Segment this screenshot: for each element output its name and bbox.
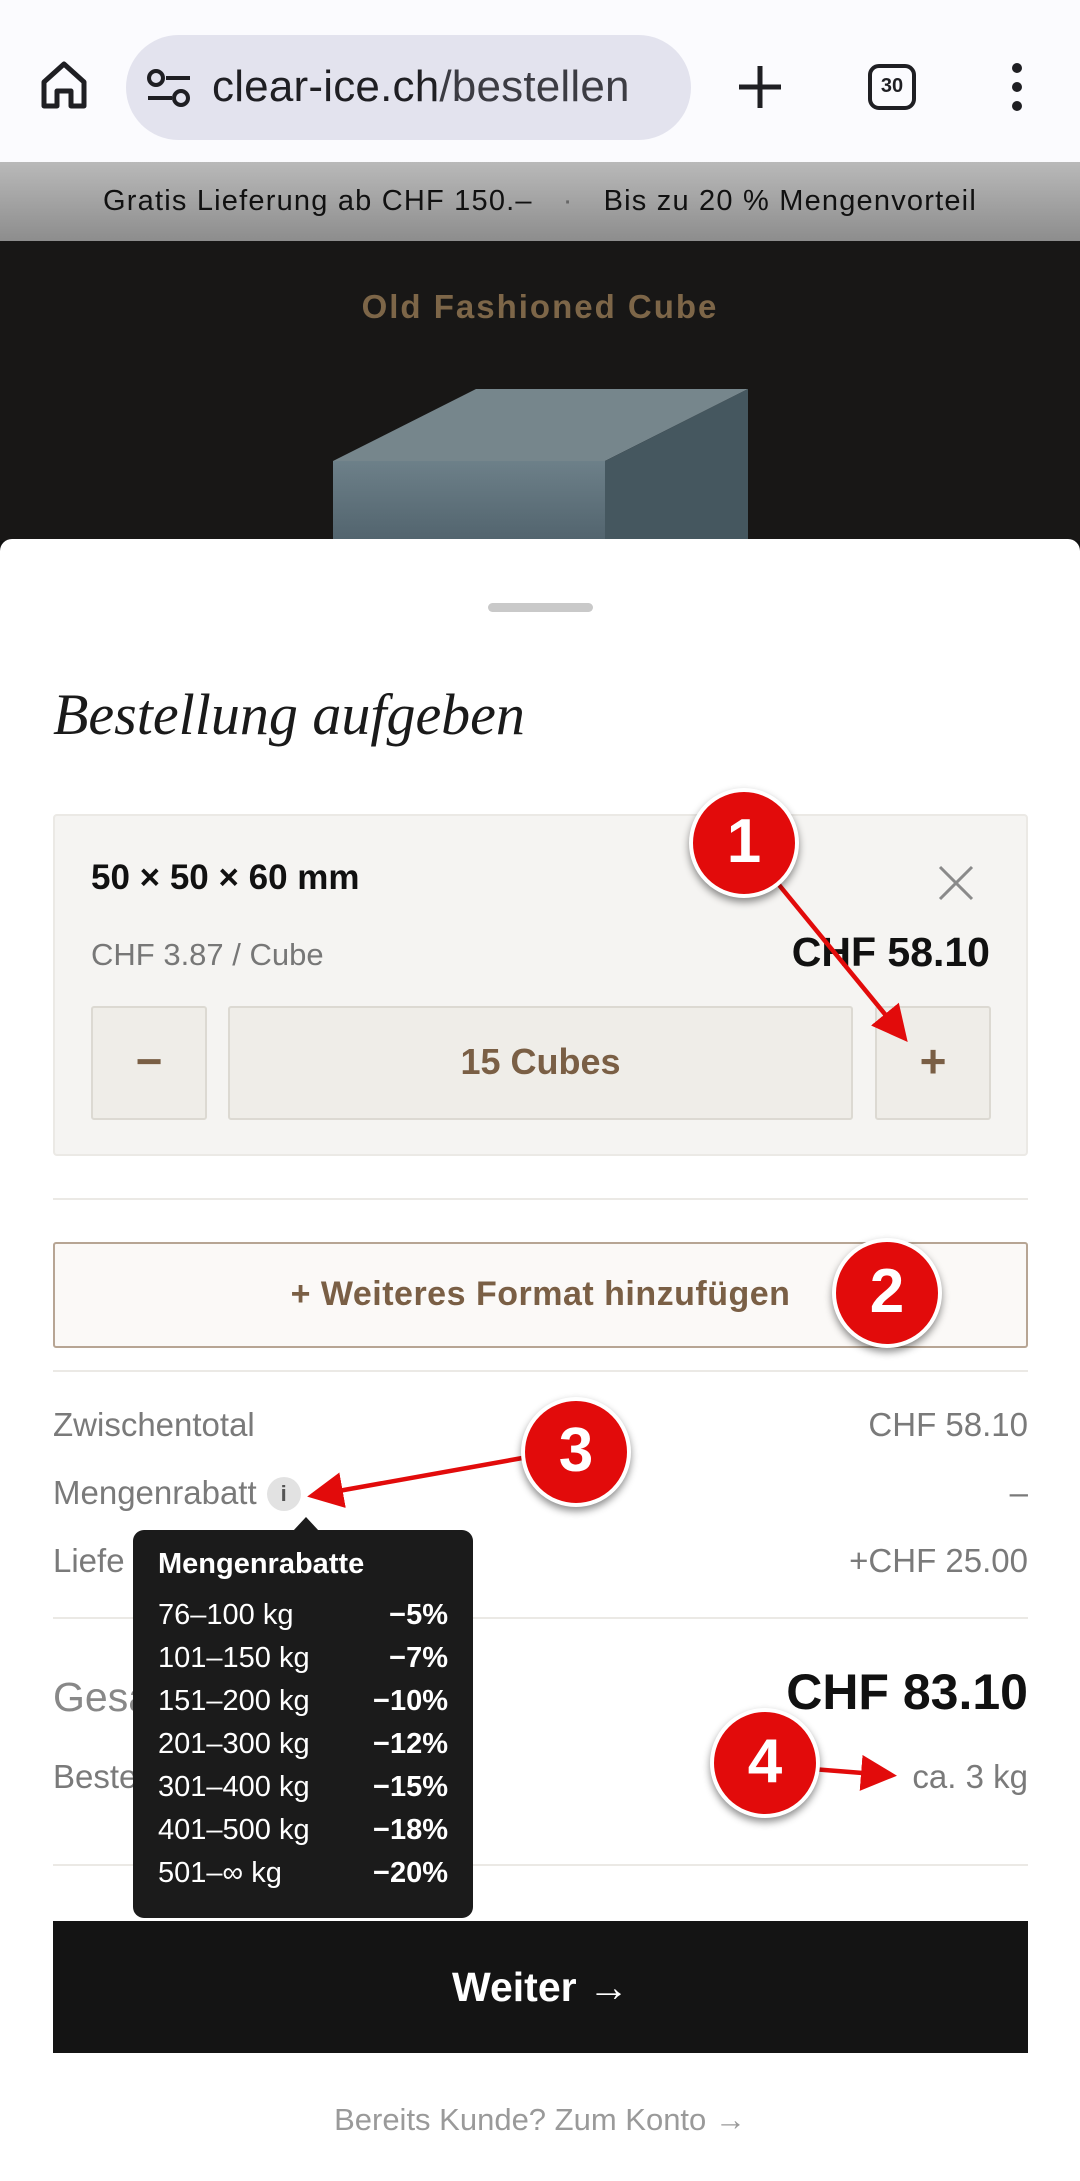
tier-row: 401–500 kg −18% — [158, 1814, 448, 1857]
annotation-badge-4: 4 — [710, 1708, 820, 1818]
tooltip-arrow — [293, 1517, 319, 1531]
increase-quantity-button[interactable]: + — [875, 1006, 991, 1120]
tier-discount: −12% — [373, 1728, 448, 1760]
tier-discount: −5% — [389, 1599, 448, 1631]
tier-range: 101–150 kg — [158, 1642, 310, 1674]
tier-discount: −20% — [373, 1857, 448, 1889]
tier-range: 76–100 kg — [158, 1599, 294, 1631]
info-icon[interactable]: i — [266, 1477, 301, 1511]
weight-value: ca. 3 kg — [912, 1758, 1028, 1795]
divider — [53, 1198, 1028, 1200]
product-title: Old Fashioned Cube — [361, 288, 719, 325]
url-text: clear-ice.ch/bestellen — [212, 62, 630, 112]
discount-value: – — [1009, 1474, 1028, 1511]
annotation-badge-3: 3 — [521, 1397, 631, 1507]
url-domain: clear-ice.ch — [212, 62, 440, 111]
order-item-card: 50 × 50 × 60 mm CHF 3.87 / Cube CHF 58.1… — [53, 814, 1028, 1156]
order-sheet: Bestellung aufgeben 50 × 50 × 60 mm CHF … — [0, 539, 1080, 2181]
total-value: CHF 83.10 — [786, 1664, 1028, 1720]
promo-volume-discount: Bis zu 20 % Mengenvorteil — [603, 185, 977, 217]
promo-banner: Gratis Lieferung ab CHF 150.– · Bis zu 2… — [0, 162, 1080, 241]
annotation-badge-1: 1 — [689, 788, 799, 898]
subtotal-label: Zwischentotal — [53, 1406, 255, 1443]
tier-range: 151–200 kg — [158, 1685, 310, 1717]
quantity-display[interactable]: 15 Cubes — [228, 1006, 853, 1120]
promo-separator: · — [562, 185, 574, 217]
discount-label: Mengenrabatt — [53, 1474, 257, 1511]
tier-row: 501–∞ kg −20% — [158, 1857, 448, 1900]
tier-row: 76–100 kg −5% — [158, 1599, 448, 1642]
discount-tooltip: Mengenrabatte 76–100 kg −5% 101–150 kg −7%… — [133, 1530, 473, 1918]
ice-cube-illustration — [333, 389, 748, 549]
account-link[interactable]: Bereits Kunde? Zum Konto → — [0, 2102, 1080, 2138]
address-bar[interactable]: clear-ice.ch/bestellen — [126, 35, 691, 140]
weight-label: Beste — [53, 1758, 138, 1795]
item-format: 50 × 50 × 60 mm — [91, 858, 360, 897]
url-path: /bestellen — [439, 62, 630, 111]
tier-range: 301–400 kg — [158, 1771, 310, 1803]
tier-discount: −15% — [373, 1771, 448, 1803]
drag-handle[interactable] — [488, 603, 593, 612]
tier-row: 301–400 kg −15% — [158, 1771, 448, 1814]
tab-switcher-icon[interactable]: 30 — [868, 64, 916, 110]
line-total: CHF 58.10 — [791, 929, 990, 975]
tier-discount: −10% — [373, 1685, 448, 1717]
tier-row: 101–150 kg −7% — [158, 1642, 448, 1685]
annotation-badge-2: 2 — [832, 1238, 942, 1348]
tier-range: 201–300 kg — [158, 1728, 310, 1760]
delivery-value: +CHF 25.00 — [849, 1542, 1028, 1579]
product-page-background: Old Fashioned Cube — [0, 241, 1080, 549]
divider — [53, 1370, 1028, 1372]
browser-toolbar: clear-ice.ch/bestellen 30 — [0, 0, 1080, 162]
subtotal-value: CHF 58.10 — [868, 1406, 1028, 1443]
delivery-label: Liefe — [53, 1542, 125, 1579]
unit-price: CHF 3.87 / Cube — [91, 937, 324, 972]
new-tab-icon[interactable] — [733, 60, 787, 114]
tier-discount: −18% — [373, 1814, 448, 1846]
close-icon[interactable] — [937, 864, 975, 902]
tier-row: 201–300 kg −12% — [158, 1728, 448, 1771]
site-settings-icon[interactable] — [146, 67, 192, 109]
continue-button[interactable]: Weiter → — [53, 1921, 1028, 2053]
promo-free-delivery: Gratis Lieferung ab CHF 150.– — [103, 185, 533, 217]
more-menu-icon[interactable] — [1004, 62, 1030, 112]
tier-range: 401–500 kg — [158, 1814, 310, 1846]
tier-row: 151–200 kg −10% — [158, 1685, 448, 1728]
sheet-title: Bestellung aufgeben — [53, 682, 525, 747]
tier-discount: −7% — [389, 1642, 448, 1674]
decrease-quantity-button[interactable]: − — [91, 1006, 207, 1120]
tooltip-title: Mengenrabatte — [158, 1548, 365, 1580]
tier-range: 501–∞ kg — [158, 1857, 282, 1889]
home-icon[interactable] — [36, 56, 92, 112]
